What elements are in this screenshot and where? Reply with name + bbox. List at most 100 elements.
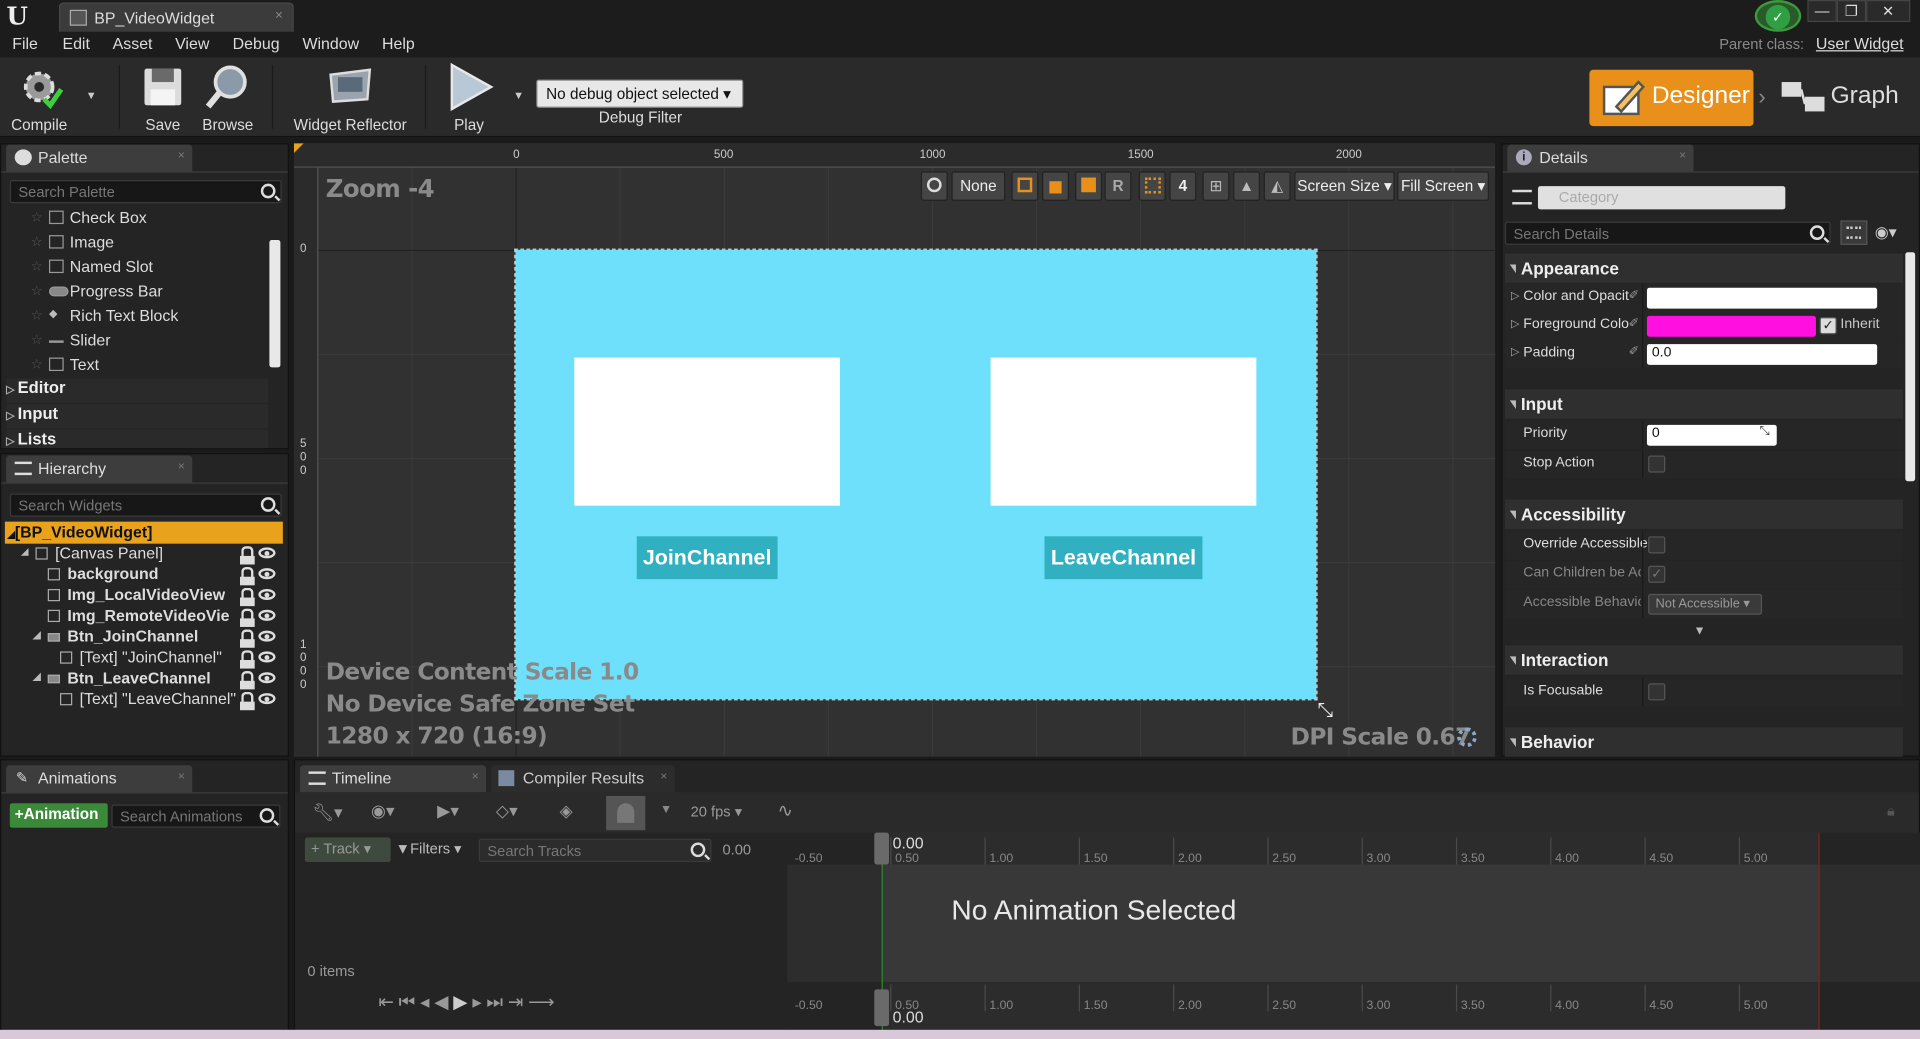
- close-window-button[interactable]: ✕: [1866, 0, 1911, 23]
- palette-item-text[interactable]: ☆ Text: [1, 353, 268, 377]
- designer-viewport[interactable]: 0 500 1000 1500 2000 0 5 0 0 1 0 0 0 Zoo…: [293, 143, 1496, 757]
- add-animation-button[interactable]: +Animation: [9, 803, 108, 828]
- curve-editor-icon[interactable]: ∿: [778, 800, 793, 822]
- hierarchy-item-img-local[interactable]: Img_LocalVideoView: [1, 585, 283, 607]
- close-icon[interactable]: ×: [178, 149, 185, 162]
- track-search-input[interactable]: Search Tracks: [478, 838, 712, 863]
- visibility-eye-icon[interactable]: [258, 651, 276, 663]
- is-focusable-checkbox[interactable]: [1648, 683, 1666, 701]
- view-eye-icon[interactable]: ◉▾: [371, 801, 395, 822]
- palette-item-image[interactable]: ☆ Image: [1, 230, 268, 254]
- join-channel-button[interactable]: JoinChannel: [636, 536, 778, 580]
- step-back-icon[interactable]: ◂: [420, 992, 434, 1013]
- jump-to-start-icon[interactable]: ⇤: [378, 992, 398, 1013]
- dpi-settings-gear-icon[interactable]: [1457, 727, 1477, 747]
- outline-toggle[interactable]: [1011, 171, 1039, 201]
- visibility-eye-icon[interactable]: [258, 672, 276, 684]
- visibility-eye-icon[interactable]: [258, 609, 276, 621]
- respect-locks-toggle[interactable]: R: [1104, 171, 1132, 201]
- loop-icon[interactable]: ⟶: [528, 992, 559, 1013]
- menu-debug[interactable]: Debug: [233, 34, 280, 52]
- lock-icon[interactable]: [240, 650, 255, 669]
- auto-key-dropdown-icon[interactable]: ▼: [660, 803, 672, 816]
- category-behavior[interactable]: Behavior: [1504, 727, 1903, 757]
- designer-mode-button[interactable]: Designer: [1589, 69, 1754, 127]
- minimize-button[interactable]: —: [1807, 0, 1837, 23]
- animations-search-input[interactable]: Search Animations: [111, 804, 281, 828]
- close-icon[interactable]: ×: [660, 770, 667, 783]
- menu-help[interactable]: Help: [382, 34, 415, 52]
- lock-icon[interactable]: [240, 691, 255, 711]
- bind-icon[interactable]: ✐: [1629, 317, 1639, 330]
- hierarchy-item-btn-join[interactable]: ◢ Btn_JoinChannel: [1, 627, 283, 648]
- localization-globe-button[interactable]: [920, 171, 948, 201]
- auto-key-button[interactable]: [606, 795, 646, 831]
- fill-screen-dropdown[interactable]: Fill Screen ▾: [1397, 171, 1489, 201]
- timeline-track-area[interactable]: -0.50 0.50 1.00 1.50 2.00 2.50 3.00 3.50 4.00 4.5…: [787, 832, 1920, 1039]
- favorite-star-icon[interactable]: ☆: [31, 332, 43, 348]
- hierarchy-item-img-remote[interactable]: Img_RemoteVideoVie: [1, 606, 283, 627]
- widget-reflector-button[interactable]: Widget Reflector: [290, 62, 410, 133]
- hierarchy-tab[interactable]: Hierarchy ×: [6, 455, 193, 483]
- grid-snap-toggle[interactable]: [1138, 171, 1166, 201]
- expand-arrow-icon[interactable]: ▷: [1511, 289, 1519, 302]
- timeline-tab[interactable]: Timeline ×: [300, 765, 487, 793]
- expand-arrow-icon[interactable]: ▷: [1511, 345, 1519, 358]
- hierarchy-item-btn-leave[interactable]: ◢ Btn_LeaveChannel: [1, 669, 283, 690]
- favorite-star-icon[interactable]: ☆: [31, 283, 43, 299]
- inherit-checkbox[interactable]: ✓: [1819, 317, 1837, 335]
- document-tab[interactable]: BP_VideoWidget ×: [58, 2, 294, 32]
- view-options-eye-icon[interactable]: ◉▾: [1875, 223, 1897, 243]
- hierarchy-item-text-leave[interactable]: [Text] "LeaveChannel": [1, 689, 283, 711]
- palette-item-check-box[interactable]: ☆ Check Box: [1, 208, 268, 230]
- palette-tab[interactable]: Palette ×: [6, 144, 193, 172]
- save-button[interactable]: Save: [137, 62, 188, 133]
- menu-asset[interactable]: Asset: [113, 34, 153, 52]
- lock-icon[interactable]: [240, 546, 255, 565]
- hierarchy-root-row[interactable]: ◢[BP_VideoWidget]: [4, 521, 283, 544]
- step-forward-icon[interactable]: ▸: [472, 992, 486, 1013]
- favorite-star-icon[interactable]: ☆: [31, 209, 43, 226]
- close-icon[interactable]: ×: [178, 770, 185, 783]
- visibility-eye-icon[interactable]: [258, 693, 276, 705]
- previous-key-icon[interactable]: ⏮︎: [399, 992, 420, 1013]
- category-input[interactable]: Input: [1504, 389, 1903, 419]
- lock-icon[interactable]: [240, 608, 255, 627]
- graph-mode-button[interactable]: Graph: [1778, 70, 1907, 126]
- screen-size-dropdown[interactable]: Screen Size ▾: [1294, 171, 1395, 201]
- hierarchy-item-background[interactable]: background: [1, 564, 283, 586]
- palette-item-rich-text-block[interactable]: ☆ ◆ Rich Text Block: [1, 304, 268, 328]
- widget-canvas-background[interactable]: JoinChannel LeaveChannel: [514, 248, 1318, 701]
- wrench-icon[interactable]: 🔧︎▾: [312, 802, 342, 823]
- close-icon[interactable]: ×: [178, 460, 185, 473]
- resize-handle-icon[interactable]: ⤡: [1318, 700, 1334, 722]
- override-accessible-checkbox[interactable]: [1648, 536, 1666, 554]
- close-icon[interactable]: ×: [472, 770, 479, 783]
- flip-horizontal-button[interactable]: ⊞: [1202, 171, 1230, 201]
- advanced-expand-icon[interactable]: ▼: [1693, 624, 1705, 637]
- compile-button[interactable]: Compile: [7, 62, 71, 133]
- visibility-eye-icon[interactable]: [258, 630, 276, 642]
- category-appearance[interactable]: Appearance: [1504, 253, 1903, 283]
- lock-icon[interactable]: 🔒︎: [1887, 802, 1895, 820]
- details-scrollbar[interactable]: [1905, 252, 1916, 482]
- animations-tab[interactable]: ✎ Animations ×: [6, 765, 193, 793]
- maximize-button[interactable]: ❐: [1836, 0, 1867, 23]
- menu-file[interactable]: File: [12, 34, 38, 52]
- hierarchy-item-text-join[interactable]: [Text] "JoinChannel": [1, 648, 283, 669]
- padding-input[interactable]: 0.0: [1646, 344, 1878, 365]
- category-input[interactable]: Category: [1537, 186, 1786, 210]
- color-opacity-swatch[interactable]: [1646, 287, 1878, 309]
- lock-toggle[interactable]: [1042, 171, 1069, 201]
- compile-options-icon[interactable]: ▼: [86, 89, 97, 101]
- visibility-eye-icon[interactable]: [258, 568, 276, 580]
- add-track-button[interactable]: + Track ▾: [304, 837, 391, 863]
- palette-category-input[interactable]: ▷ Input: [6, 404, 269, 429]
- playhead-bottom[interactable]: [874, 989, 889, 1027]
- bind-icon[interactable]: ✐: [1629, 345, 1639, 358]
- foreground-color-swatch[interactable]: [1646, 315, 1816, 337]
- background-image-button[interactable]: ▲: [1233, 171, 1261, 201]
- palette-category-editor[interactable]: ▷ Editor: [6, 378, 269, 403]
- play-forward-icon[interactable]: ▶: [453, 992, 472, 1013]
- browse-button[interactable]: Browse: [198, 62, 257, 133]
